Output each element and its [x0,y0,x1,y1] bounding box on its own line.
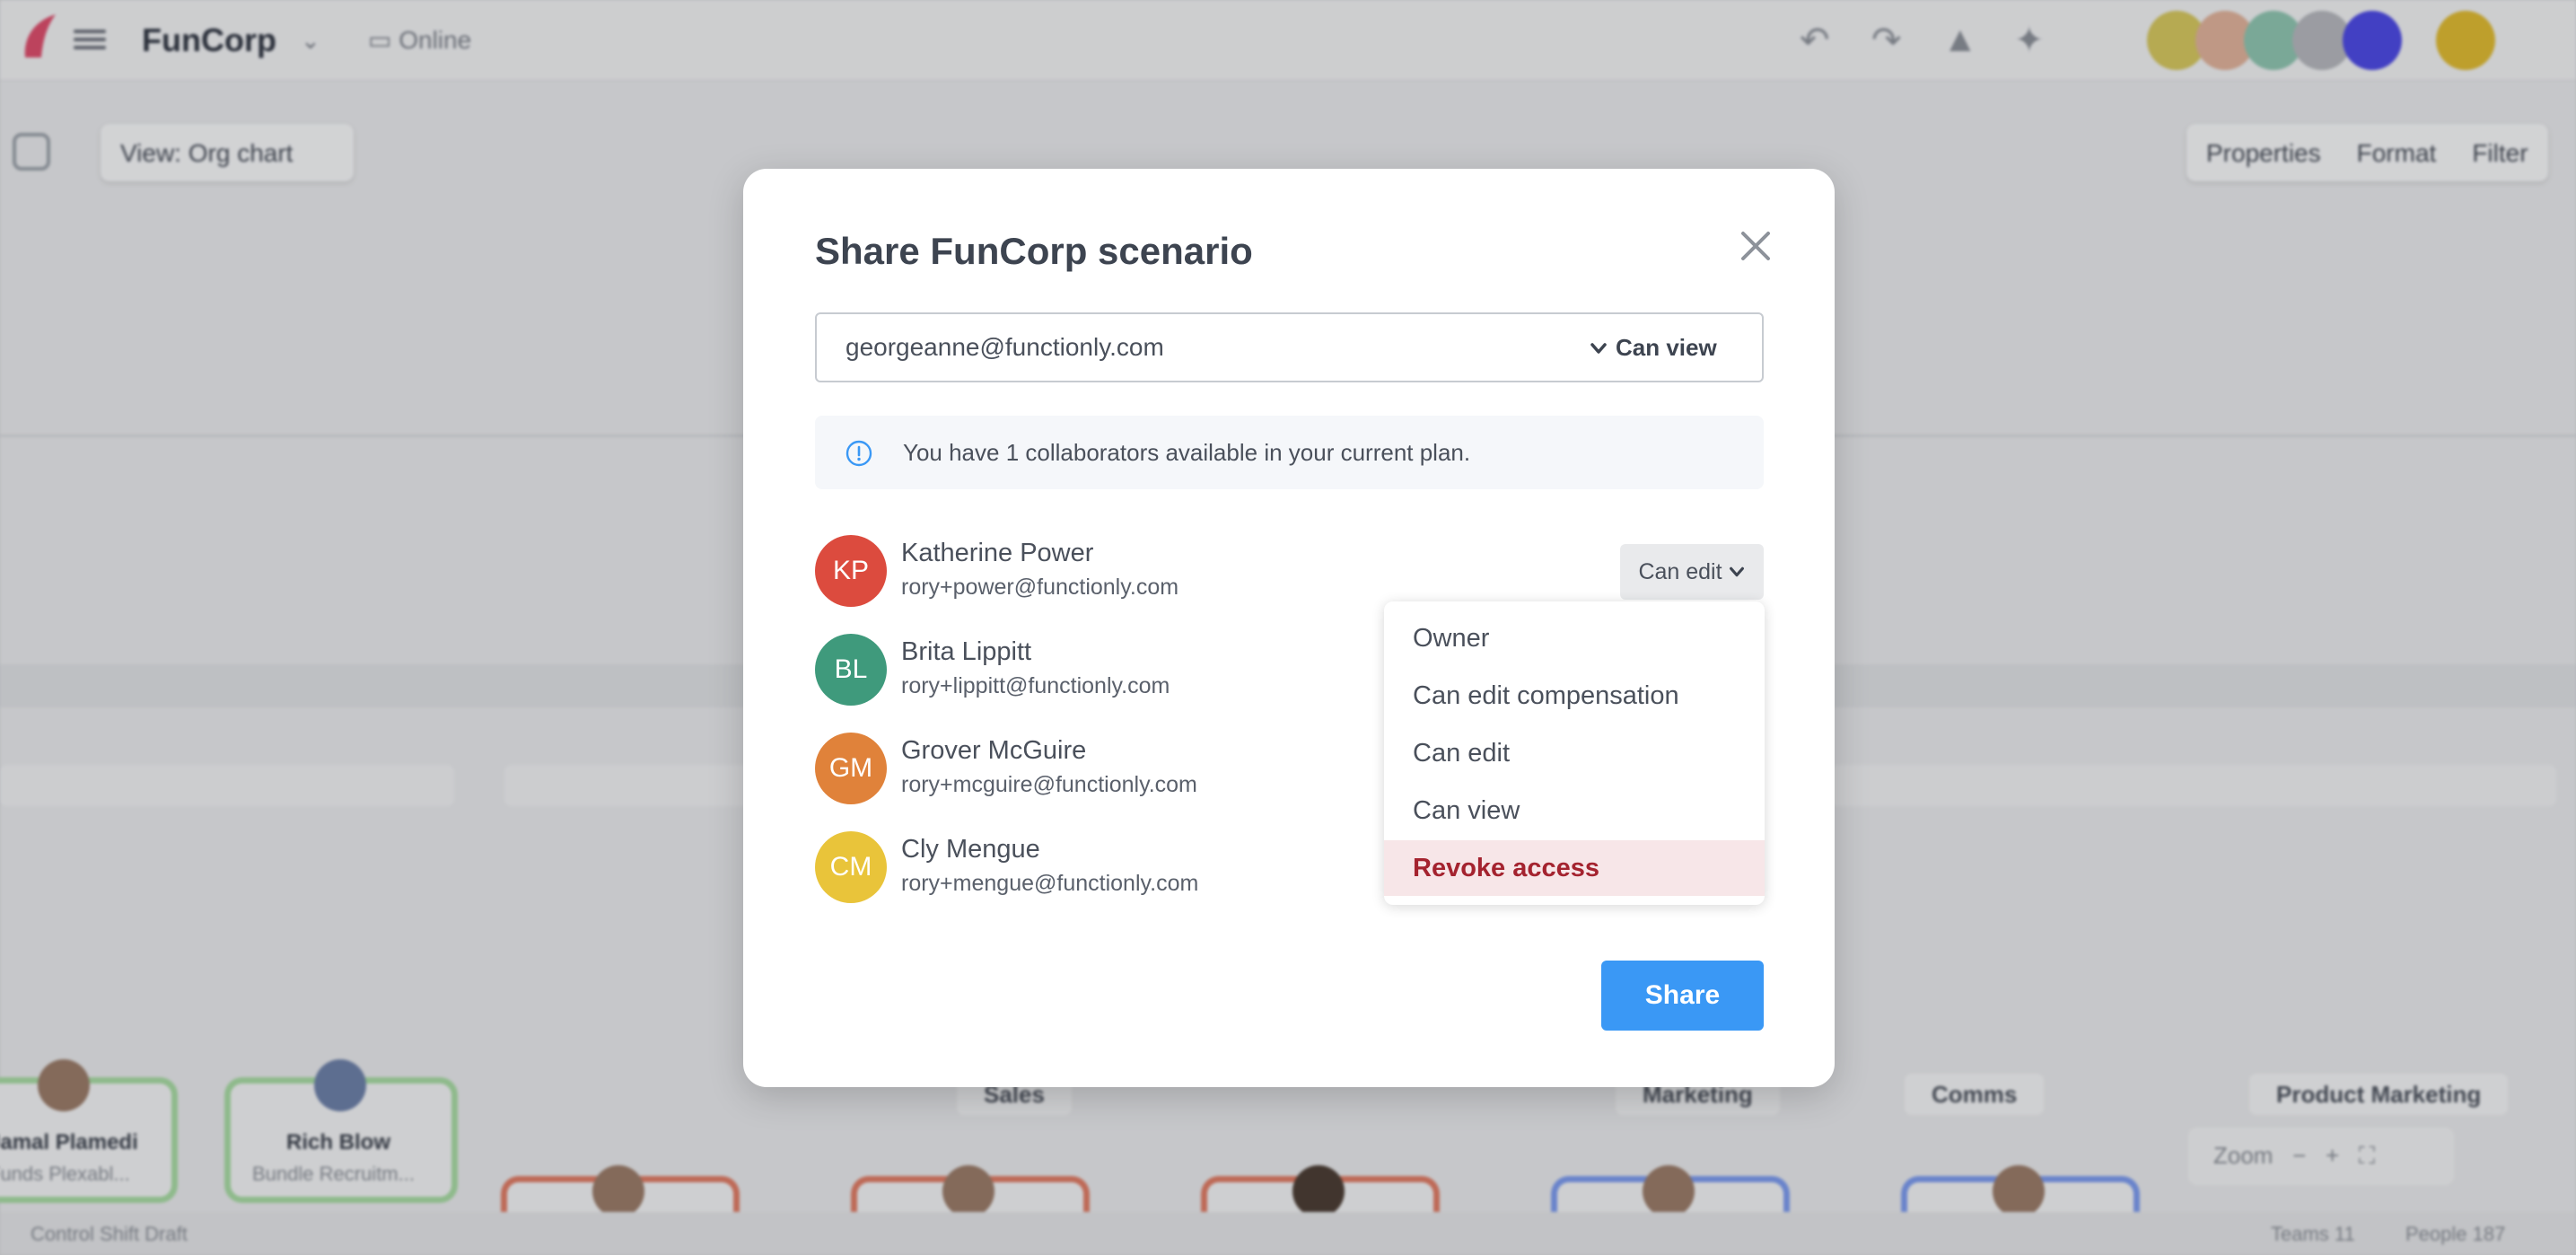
collaborator-role-select[interactable]: Can edit [1620,544,1764,600]
collaborator-row: GM Grover McGuire rory+mcguire@functionl… [815,733,1354,804]
collaborator-email: rory+lippitt@functionly.com [901,673,1170,698]
avatar: BL [815,634,887,706]
menu-item-owner[interactable]: Owner [1384,610,1765,666]
collaborator-name: Cly Mengue [901,835,1040,864]
chevron-down-icon [1729,566,1744,577]
collaborator-email: rory+power@functionly.com [901,575,1179,600]
invite-permission-label: Can view [1616,334,1717,361]
plan-info-banner: You have 1 collaborators available in yo… [815,416,1764,489]
collaborator-email: rory+mcguire@functionly.com [901,772,1197,797]
share-dialog: Share FunCorp scenario Can view You have… [743,169,1835,1087]
invite-permission-select[interactable]: Can view [1589,334,1717,362]
invite-field: Can view [815,312,1764,382]
info-text: You have 1 collaborators available in yo… [903,439,1471,466]
email-input[interactable] [846,333,1564,362]
collaborator-row: BL Brita Lippitt rory+lippitt@functionly… [815,634,1354,706]
collaborator-row: KP Katherine Power rory+power@functionly… [815,535,1354,607]
info-icon [846,440,872,467]
chevron-down-icon [1590,342,1607,354]
avatar: KP [815,535,887,607]
close-icon[interactable] [1738,228,1774,264]
collaborator-name: Grover McGuire [901,736,1087,765]
share-button[interactable]: Share [1601,961,1764,1031]
collaborator-email: rory+mengue@functionly.com [901,871,1199,896]
collaborator-name: Katherine Power [901,539,1094,567]
collaborator-name: Brita Lippitt [901,637,1032,666]
menu-item-can-edit-compensation[interactable]: Can edit compensation [1384,668,1765,724]
menu-item-can-edit[interactable]: Can edit [1384,725,1765,781]
role-label: Can edit [1638,558,1722,584]
menu-item-revoke-access[interactable]: Revoke access [1384,840,1765,896]
avatar: GM [815,733,887,804]
dialog-title: Share FunCorp scenario [815,230,1253,272]
menu-item-can-view[interactable]: Can view [1384,783,1765,838]
collaborator-row: CM Cly Mengue rory+mengue@functionly.com [815,831,1354,903]
avatar: CM [815,831,887,903]
role-dropdown-menu: Owner Can edit compensation Can edit Can… [1384,601,1765,905]
